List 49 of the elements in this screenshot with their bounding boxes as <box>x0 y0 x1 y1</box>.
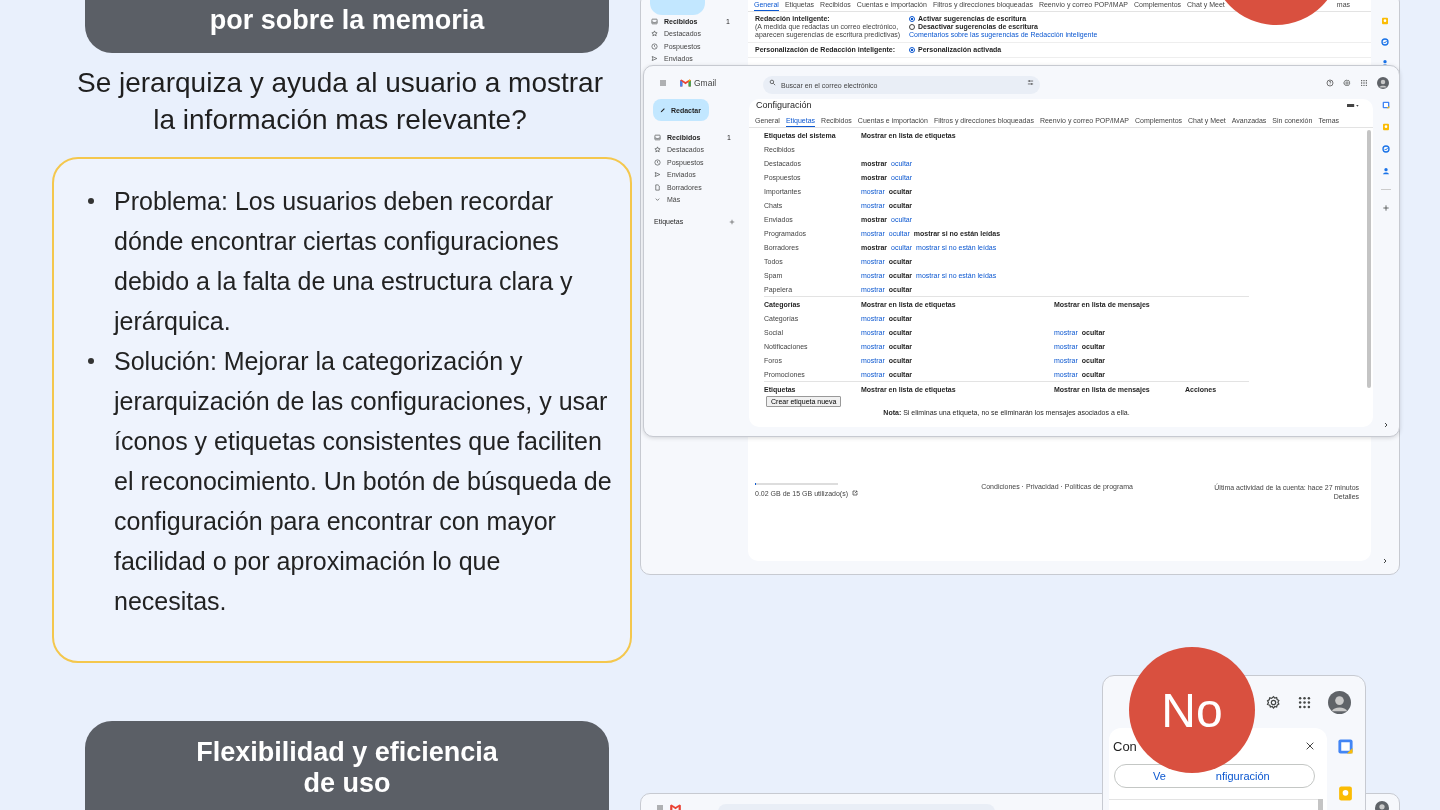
pencil-icon <box>660 107 666 113</box>
panel-title: Con <box>1113 738 1137 754</box>
settings-icon[interactable] <box>1266 694 1281 710</box>
bullet-text: Solución: Mejorar la categorización y jerarquización de las configuraciones, y usar íconos y etiquetas consistentes que faciliten el reconocimiento. Un botón de búsqueda de configuración para encontrar con mayor facilidad o por aproximación lo que necesitas. <box>114 346 613 617</box>
scrollbar[interactable] <box>1367 130 1371 388</box>
banner-title: de uso <box>302 768 392 799</box>
external-link-icon[interactable] <box>852 490 858 496</box>
calendar-icon[interactable] <box>1336 738 1354 755</box>
avatar-icon[interactable] <box>1377 76 1389 89</box>
apps-icon[interactable] <box>1297 694 1312 710</box>
banner-title: por sobre la memoria <box>209 5 485 35</box>
mail-logo-icon <box>670 804 681 810</box>
chevron-right-icon[interactable] <box>1382 558 1388 564</box>
star-icon <box>654 146 661 154</box>
plus-icon[interactable] <box>1382 204 1390 212</box>
chevron-down-icon <box>654 196 661 204</box>
inbox-icon <box>654 133 661 141</box>
add-label-icon[interactable] <box>729 218 735 225</box>
person-icon[interactable] <box>1382 167 1390 175</box>
filter-icon[interactable] <box>1027 79 1034 86</box>
search-icon[interactable] <box>769 79 776 86</box>
bullet-icon <box>88 198 94 204</box>
radio-button[interactable] <box>909 16 915 22</box>
bullet-icon <box>88 358 94 364</box>
star-icon <box>651 30 658 38</box>
send-icon <box>651 55 658 63</box>
question-text: Se jerarquiza y ayuda al usuario a mostrar la información mas relevante? <box>75 66 604 137</box>
all-settings-button[interactable]: Ve nfiguración <box>1114 764 1315 788</box>
bullet-text: Problema: Los usuarios deben recordar dónde encontrar ciertas configuraciones debido a la falta de una estructura clara y jerárquica. <box>114 186 574 337</box>
clock-icon <box>651 42 658 50</box>
chevron-right-icon[interactable] <box>1383 422 1389 428</box>
help-icon[interactable] <box>1326 78 1334 87</box>
banner-title: Flexibilidad y eficiencia <box>195 737 499 768</box>
document-icon <box>654 183 661 191</box>
app-name: Gmail <box>694 77 717 88</box>
apps-icon[interactable] <box>1360 78 1368 87</box>
avatar-icon[interactable] <box>1328 690 1351 714</box>
clock-icon <box>654 158 661 166</box>
mail-logo-icon <box>680 78 691 87</box>
close-icon[interactable] <box>1305 741 1315 751</box>
page-title: Configuración <box>756 100 812 110</box>
calendar-icon[interactable] <box>1382 101 1390 109</box>
check-circle-icon[interactable] <box>1381 38 1389 46</box>
check-circle-icon[interactable] <box>1382 145 1390 153</box>
inbox-icon <box>651 17 658 25</box>
badge-text: No <box>1161 682 1223 738</box>
radio-button[interactable] <box>909 47 915 53</box>
keyboard-dropdown-icon[interactable] <box>1347 102 1359 108</box>
send-icon <box>654 171 661 179</box>
